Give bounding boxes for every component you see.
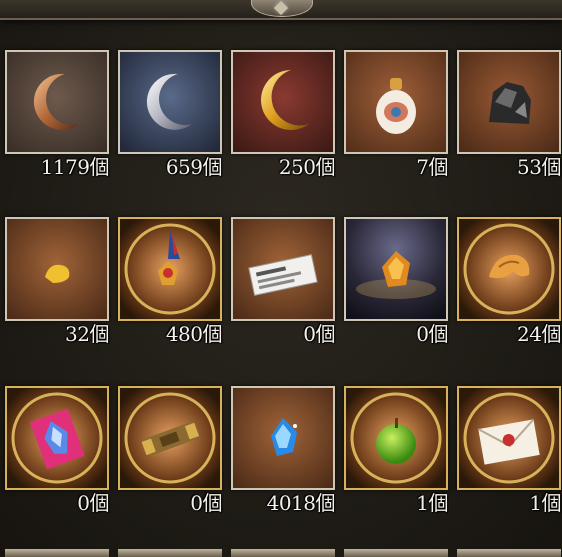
inventory-item[interactable]: 659個 (118, 50, 223, 180)
golden-pastry-icon (457, 217, 561, 321)
sealed-letter-icon (457, 386, 561, 490)
item-count: 53個 (517, 155, 561, 179)
inventory-item[interactable]: 0個 (344, 217, 448, 347)
next-row-item-edge (231, 549, 335, 557)
silver-crescent-moon-icon (118, 50, 222, 154)
bronze-crescent-moon-icon (5, 50, 109, 154)
green-apple-icon (344, 386, 448, 490)
top-frame (0, 0, 562, 20)
inventory-item[interactable]: 1179個 (5, 50, 110, 180)
item-count: 24個 (517, 322, 561, 346)
next-row-item-edge (344, 549, 448, 557)
item-count: 1179個 (40, 155, 110, 179)
item-count: 1個 (416, 491, 448, 515)
next-row-item-edge (457, 549, 561, 557)
item-count: 7個 (416, 155, 448, 179)
perfume-bottle-icon (344, 50, 448, 154)
scroll-icon (118, 386, 222, 490)
inventory-item[interactable]: 1個 (457, 386, 561, 516)
gold-nugget-icon (5, 217, 109, 321)
medal-icon (118, 217, 222, 321)
next-row-item-edge (118, 549, 222, 557)
item-count: 1個 (529, 491, 561, 515)
inventory-panel: 1179個 659個 250個 7個 53個 32個 480個 0個 0個 24… (0, 0, 562, 557)
next-row-item-edge (5, 549, 109, 557)
item-count: 250個 (278, 155, 336, 179)
item-count: 4018個 (266, 491, 336, 515)
inventory-item[interactable]: 53個 (457, 50, 561, 180)
item-count: 659個 (165, 155, 223, 179)
inventory-item[interactable]: 24個 (457, 217, 561, 347)
item-count: 32個 (65, 322, 109, 346)
inventory-item[interactable]: 4018個 (231, 386, 336, 516)
amber-crystal-icon (344, 217, 448, 321)
ticket-icon (231, 217, 335, 321)
gold-crescent-moon-icon (231, 50, 335, 154)
inventory-item[interactable]: 480個 (118, 217, 223, 347)
top-ornament (251, 0, 313, 17)
inventory-item[interactable]: 7個 (344, 50, 448, 180)
inventory-item[interactable]: 0個 (5, 386, 109, 516)
inventory-item[interactable]: 1個 (344, 386, 448, 516)
item-count: 0個 (77, 491, 109, 515)
crystal-card-icon (5, 386, 109, 490)
item-count: 0個 (416, 322, 448, 346)
item-count: 0個 (190, 491, 222, 515)
inventory-item[interactable]: 0個 (231, 217, 335, 347)
item-count: 480個 (165, 322, 223, 346)
inventory-item[interactable]: 0個 (118, 386, 222, 516)
dark-ore-icon (457, 50, 561, 154)
item-count: 0個 (303, 322, 335, 346)
inventory-item[interactable]: 32個 (5, 217, 109, 347)
blue-crystal-icon (231, 386, 335, 490)
inventory-item[interactable]: 250個 (231, 50, 336, 180)
